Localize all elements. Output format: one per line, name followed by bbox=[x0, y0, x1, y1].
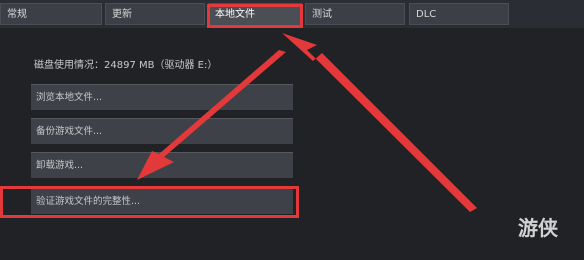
annotation-arrows bbox=[137, 33, 477, 212]
watermark-logo: 游侠 bbox=[518, 216, 558, 240]
arrow-to-local-files-tab bbox=[282, 33, 477, 212]
game-properties-window: 常规 更新 本地文件 测试 DLC 磁盘使用情况：24897 MB（驱动器 E:… bbox=[0, 0, 584, 260]
arrow-to-verify-button bbox=[137, 50, 286, 180]
